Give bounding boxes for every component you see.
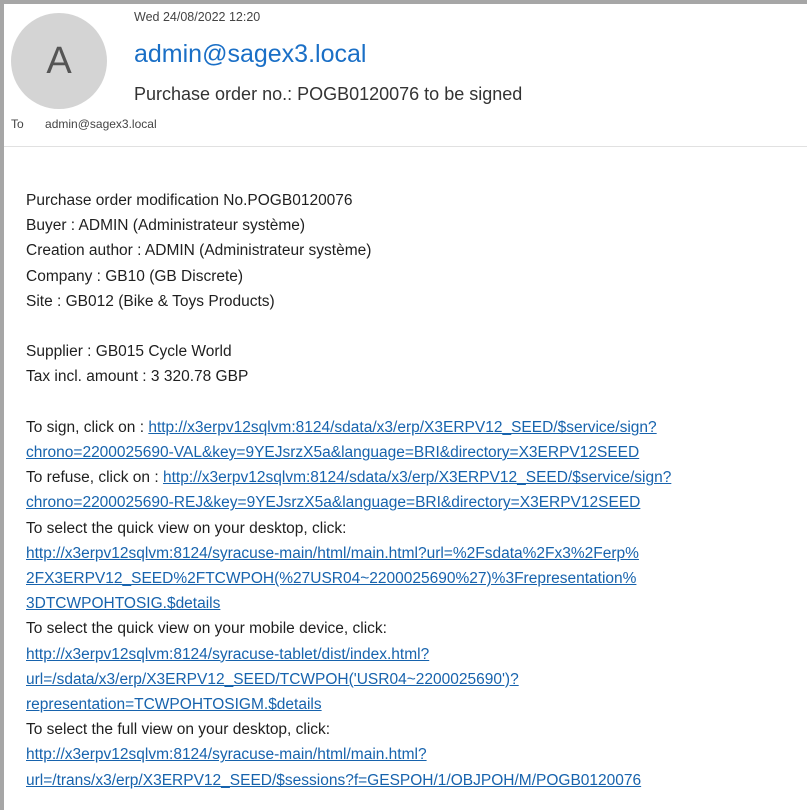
quick-desktop-link-line3: 3DTCWPOHTOSIG.$details — [26, 591, 796, 616]
quick-desktop-link-part2[interactable]: 2FX3ERPV12_SEED%2FTCWPOH(%27USR04~220002… — [26, 570, 636, 587]
sign-line: To sign, click on : http://x3erpv12sqlvm… — [26, 415, 796, 440]
quick-desktop-link-line1: http://x3erpv12sqlvm:8124/syracuse-main/… — [26, 541, 796, 566]
full-desktop-label: To select the full view on your desktop,… — [26, 721, 331, 739]
detail-amount: Tax incl. amount : 3 320.78 GBP — [26, 368, 249, 386]
to-label: To — [11, 117, 24, 131]
quick-mobile-label: To select the quick view on your mobile … — [26, 620, 387, 638]
quick-mobile-link-part3[interactable]: representation=TCWPOHTOSIGM.$details — [26, 696, 322, 713]
refuse-link-part1[interactable]: http://x3erpv12sqlvm:8124/sdata/x3/erp/X… — [163, 469, 671, 486]
sender-avatar: A — [11, 13, 107, 109]
quick-desktop-link-line2: 2FX3ERPV12_SEED%2FTCWPOH(%27USR04~220002… — [26, 566, 796, 591]
refuse-link-continued: chrono=2200025690-REJ&key=9YEJsrzX5a&lan… — [26, 490, 796, 515]
sign-label: To sign, click on : — [26, 418, 149, 436]
quick-desktop-label: To select the quick view on your desktop… — [26, 519, 347, 537]
recipient-address[interactable]: admin@sagex3.local — [45, 117, 157, 131]
email-subject: Purchase order no.: POGB0120076 to be si… — [134, 84, 523, 104]
refuse-line: To refuse, click on : http://x3erpv12sql… — [26, 465, 796, 490]
avatar-letter: A — [46, 39, 72, 82]
quick-desktop-link-part3[interactable]: 3DTCWPOHTOSIG.$details — [26, 595, 220, 612]
sender-address[interactable]: admin@sagex3.local — [134, 40, 366, 69]
refuse-label: To refuse, click on : — [26, 469, 163, 487]
detail-supplier: Supplier : GB015 Cycle World — [26, 343, 232, 361]
sign-link-part1[interactable]: http://x3erpv12sqlvm:8124/sdata/x3/erp/X… — [148, 419, 656, 436]
full-desktop-link-line2: url=/trans/x3/erp/X3ERPV12_SEED/$session… — [26, 768, 796, 793]
quick-desktop-link-part1[interactable]: http://x3erpv12sqlvm:8124/syracuse-main/… — [26, 545, 639, 562]
email-header: A Wed 24/08/2022 12:20 admin@sagex3.loca… — [4, 4, 807, 147]
detail-po-number: Purchase order modification No.POGB01200… — [26, 192, 353, 209]
quick-mobile-link-part1[interactable]: http://x3erpv12sqlvm:8124/syracuse-table… — [26, 646, 429, 663]
quick-mobile-link-part2[interactable]: url=/sdata/x3/erp/X3ERPV12_SEED/TCWPOH('… — [26, 671, 519, 688]
quick-mobile-link-line3: representation=TCWPOHTOSIGM.$details — [26, 692, 796, 717]
detail-site: Site : GB012 (Bike & Toys Products) — [26, 292, 275, 310]
sign-link-part2[interactable]: chrono=2200025690-VAL&key=9YEJsrzX5a&lan… — [26, 444, 639, 461]
recipient-row: To admin@sagex3.local — [11, 117, 157, 131]
detail-buyer: Buyer : ADMIN (Administrateur système) — [26, 217, 306, 235]
full-desktop-link-part1[interactable]: http://x3erpv12sqlvm:8124/syracuse-main/… — [26, 746, 427, 763]
quick-mobile-link-line1: http://x3erpv12sqlvm:8124/syracuse-table… — [26, 642, 796, 667]
refuse-link[interactable]: http://x3erpv12sqlvm:8124/sdata/x3/erp/X… — [163, 469, 671, 486]
email-body: Purchase order modification No.POGB01200… — [26, 188, 796, 793]
detail-company: Company : GB10 (GB Discrete) — [26, 267, 244, 285]
sign-link[interactable]: http://x3erpv12sqlvm:8124/sdata/x3/erp/X… — [148, 419, 656, 436]
refuse-link-part2[interactable]: chrono=2200025690-REJ&key=9YEJsrzX5a&lan… — [26, 494, 640, 511]
sign-link-continued: chrono=2200025690-VAL&key=9YEJsrzX5a&lan… — [26, 440, 796, 465]
full-desktop-link-part2[interactable]: url=/trans/x3/erp/X3ERPV12_SEED/$session… — [26, 772, 641, 789]
email-date: Wed 24/08/2022 12:20 — [134, 10, 261, 24]
full-desktop-link-line1: http://x3erpv12sqlvm:8124/syracuse-main/… — [26, 742, 796, 767]
detail-creation-author: Creation author : ADMIN (Administrateur … — [26, 242, 372, 260]
email-window: A Wed 24/08/2022 12:20 admin@sagex3.loca… — [0, 0, 807, 810]
quick-mobile-link-line2: url=/sdata/x3/erp/X3ERPV12_SEED/TCWPOH('… — [26, 667, 796, 692]
